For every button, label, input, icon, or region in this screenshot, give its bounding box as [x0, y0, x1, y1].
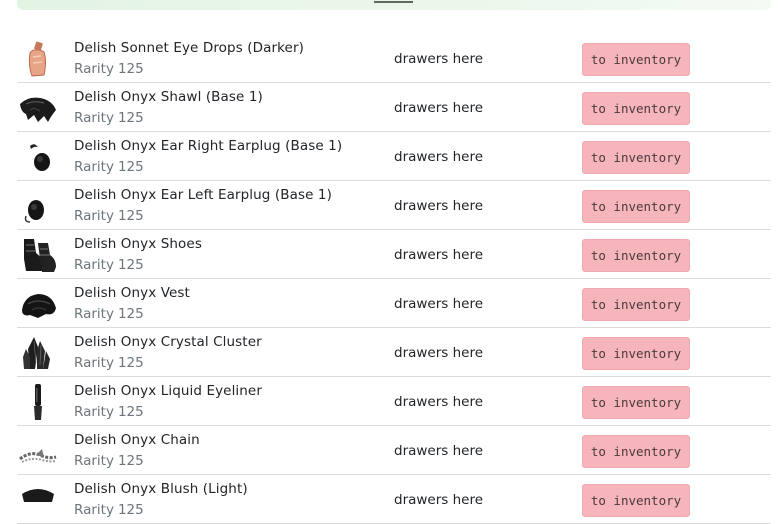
item-name: Delish Onyx Ear Left Earplug (Base 1): [74, 187, 332, 203]
item-name: Delish Onyx Shawl (Base 1): [74, 89, 263, 105]
item-rarity: Rarity 125: [74, 110, 144, 126]
item-location: drawers here: [394, 51, 484, 67]
crystal-cluster-icon[interactable]: [17, 333, 59, 373]
active-tab-indicator: [374, 1, 413, 3]
item-name: Delish Onyx Chain: [74, 432, 200, 448]
earplug-right-icon[interactable]: [17, 137, 59, 177]
list-item: Delish Onyx Chain Rarity 125 drawers here…: [17, 426, 771, 475]
to-inventory-button[interactable]: to inventory: [582, 288, 690, 321]
item-rarity: Rarity 125: [74, 404, 144, 420]
eyeliner-icon[interactable]: [17, 382, 59, 422]
list-item: Delish Onyx Vest Rarity 125 drawers here …: [17, 279, 771, 328]
item-name: Delish Onyx Vest: [74, 285, 190, 301]
item-rarity: Rarity 125: [74, 208, 144, 224]
item-rarity: Rarity 125: [74, 306, 144, 322]
list-item: Delish Onyx Shawl (Base 1) Rarity 125 dra…: [17, 83, 771, 132]
list-item: Delish Onyx Ear Left Earplug (Base 1) Ra…: [17, 181, 771, 230]
shoes-icon[interactable]: [17, 235, 59, 275]
item-location: drawers here: [394, 247, 484, 263]
item-list: Delish Sonnet Eye Drops (Darker) Rarity 1…: [17, 34, 771, 524]
item-name: Delish Onyx Shoes: [74, 236, 202, 252]
chain-icon[interactable]: [17, 431, 59, 471]
to-inventory-button[interactable]: to inventory: [582, 337, 690, 370]
to-inventory-button[interactable]: to inventory: [582, 43, 690, 76]
item-name: Delish Onyx Liquid Eyeliner: [74, 383, 262, 399]
eye-drops-bottle-icon[interactable]: [17, 39, 59, 79]
to-inventory-button[interactable]: to inventory: [582, 141, 690, 174]
list-item: Delish Sonnet Eye Drops (Darker) Rarity 1…: [17, 34, 771, 83]
to-inventory-button[interactable]: to inventory: [582, 239, 690, 272]
item-location: drawers here: [394, 296, 484, 312]
item-location: drawers here: [394, 100, 484, 116]
item-location: drawers here: [394, 149, 484, 165]
to-inventory-button[interactable]: to inventory: [582, 484, 690, 517]
shawl-icon[interactable]: [17, 88, 59, 128]
earplug-left-icon[interactable]: [17, 186, 59, 226]
item-rarity: Rarity 125: [74, 355, 144, 371]
vest-icon[interactable]: [17, 284, 59, 324]
item-rarity: Rarity 125: [74, 257, 144, 273]
item-location: drawers here: [394, 198, 484, 214]
to-inventory-button[interactable]: to inventory: [582, 386, 690, 419]
item-rarity: Rarity 125: [74, 453, 144, 469]
item-name: Delish Sonnet Eye Drops (Darker): [74, 40, 304, 56]
item-location: drawers here: [394, 443, 484, 459]
list-item: Delish Onyx Liquid Eyeliner Rarity 125 dr…: [17, 377, 771, 426]
item-rarity: Rarity 125: [74, 61, 144, 77]
to-inventory-button[interactable]: to inventory: [582, 92, 690, 125]
item-location: drawers here: [394, 492, 484, 508]
item-rarity: Rarity 125: [74, 502, 144, 518]
to-inventory-button[interactable]: to inventory: [582, 190, 690, 223]
list-item: Delish Onyx Ear Right Earplug (Base 1) R…: [17, 132, 771, 181]
list-item: Delish Onyx Crystal Cluster Rarity 125 dr…: [17, 328, 771, 377]
item-name: Delish Onyx Blush (Light): [74, 481, 248, 497]
list-item: Delish Onyx Shoes Rarity 125 drawers here…: [17, 230, 771, 279]
item-location: drawers here: [394, 394, 484, 410]
item-name: Delish Onyx Crystal Cluster: [74, 334, 262, 350]
item-location: drawers here: [394, 345, 484, 361]
item-name: Delish Onyx Ear Right Earplug (Base 1): [74, 138, 343, 154]
blush-icon[interactable]: [17, 480, 59, 520]
item-rarity: Rarity 125: [74, 159, 144, 175]
to-inventory-button[interactable]: to inventory: [582, 435, 690, 468]
